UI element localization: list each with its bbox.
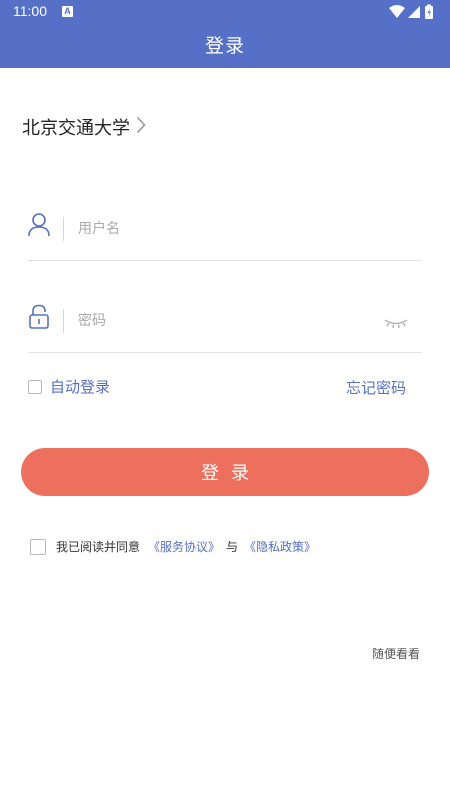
username-input[interactable] bbox=[78, 214, 358, 244]
password-input[interactable] bbox=[78, 306, 358, 336]
app-bar: 登录 bbox=[0, 24, 450, 68]
school-selector[interactable]: 北京交通大学 bbox=[22, 114, 146, 140]
login-button[interactable]: 登录 bbox=[21, 448, 429, 496]
service-agreement-link[interactable]: 《服务协议》 bbox=[148, 538, 220, 555]
agreement-row: 我已阅读并同意 《服务协议》 与 《隐私政策》 bbox=[30, 538, 316, 555]
wifi-icon bbox=[389, 5, 405, 18]
a-badge-icon: A bbox=[62, 6, 73, 17]
status-icons bbox=[388, 4, 438, 20]
field-divider bbox=[63, 217, 64, 241]
status-bar: 11:00 A bbox=[0, 0, 450, 24]
agreement-and: 与 bbox=[226, 540, 239, 554]
privacy-policy-link[interactable]: 《隐私政策》 bbox=[244, 538, 316, 555]
chevron-right-icon bbox=[136, 116, 146, 138]
school-name: 北京交通大学 bbox=[22, 118, 130, 139]
username-row bbox=[28, 200, 422, 261]
agreement-checkbox[interactable] bbox=[30, 538, 46, 555]
browse-link[interactable]: 随便看看 bbox=[372, 645, 420, 662]
status-time: 11:00 bbox=[13, 3, 47, 19]
auto-login-checkbox[interactable] bbox=[28, 379, 42, 394]
signal-icon bbox=[408, 6, 420, 18]
field-divider bbox=[63, 309, 64, 333]
auto-login-toggle[interactable]: 自动登录 bbox=[28, 376, 110, 397]
agreement-text: 我已阅读并同意 bbox=[56, 540, 141, 554]
password-row bbox=[28, 292, 422, 353]
forgot-password-link[interactable]: 忘记密码 bbox=[346, 377, 406, 398]
battery-icon bbox=[425, 4, 433, 19]
user-icon bbox=[28, 212, 50, 242]
lock-icon bbox=[28, 304, 50, 334]
auto-login-label: 自动登录 bbox=[50, 378, 111, 396]
page-title: 登录 bbox=[204, 35, 245, 57]
eye-closed-icon[interactable] bbox=[384, 314, 408, 333]
